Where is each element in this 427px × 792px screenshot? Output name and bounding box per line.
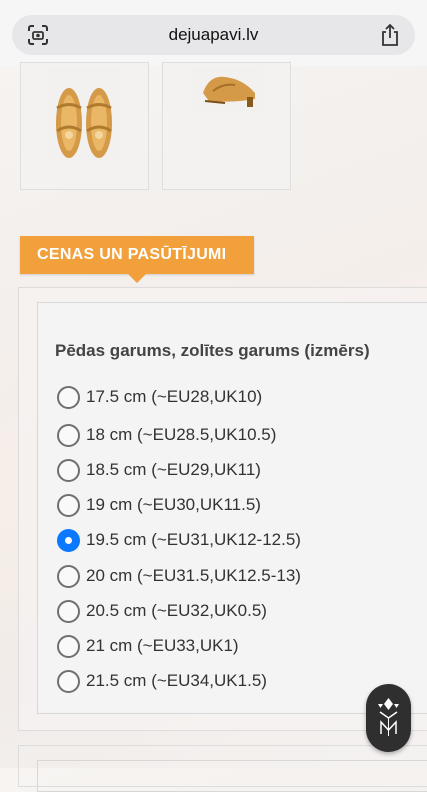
size-option-label: 21 cm (~EU33,UK1) [86, 636, 239, 655]
product-thumbnail-1[interactable] [20, 62, 149, 190]
section-header-tab: CENAS UN PASŪTĪJUMI [20, 236, 254, 274]
size-option-label: 20.5 cm (~EU32,UK0.5) [86, 601, 267, 620]
share-icon[interactable] [379, 23, 401, 47]
tab-pointer [128, 274, 146, 283]
radio-button[interactable] [57, 458, 80, 482]
size-option-label: 19 cm (~EU30,UK11.5) [86, 495, 261, 514]
radio-button-checked[interactable] [57, 528, 80, 552]
url-text[interactable]: dejuapavi.lv [12, 25, 415, 45]
brand-logo-icon [378, 698, 399, 736]
radio-button[interactable] [57, 599, 80, 623]
radio-button[interactable] [57, 423, 80, 447]
radio-button[interactable] [57, 385, 80, 409]
radio-button[interactable] [57, 634, 80, 658]
size-option-label: 19.5 cm (~EU31,UK12-12.5) [86, 530, 301, 549]
browser-toolbar: dejuapavi.lv [0, 0, 427, 66]
size-option-label: 21.5 cm (~EU34,UK1.5) [86, 671, 267, 690]
address-bar[interactable]: dejuapavi.lv [12, 15, 415, 55]
size-option[interactable]: 20 cm (~EU31.5,UK12.5-13) [57, 561, 301, 591]
size-option[interactable]: 18 cm (~EU28.5,UK10.5) [57, 420, 276, 450]
radio-button[interactable] [57, 564, 80, 588]
dance-shoe-side-image [191, 67, 263, 111]
next-panel-inner [37, 760, 427, 792]
size-option[interactable]: 18.5 cm (~EU29,UK11) [57, 455, 261, 485]
size-option-label: 17.5 cm (~EU28,UK10) [86, 387, 263, 406]
size-option[interactable]: 17.5 cm (~EU28,UK10) [57, 382, 262, 412]
size-title: Pēdas garums, zolītes garums (izmērs) [55, 341, 370, 360]
size-option[interactable]: 21 cm (~EU33,UK1) [57, 631, 239, 661]
size-option[interactable]: 20.5 cm (~EU32,UK0.5) [57, 596, 267, 626]
radio-button[interactable] [57, 493, 80, 517]
size-option-selected[interactable]: 19.5 cm (~EU31,UK12-12.5) [57, 525, 301, 555]
size-option-label: 18.5 cm (~EU29,UK11) [86, 460, 261, 479]
size-option-label: 18 cm (~EU28.5,UK10.5) [86, 425, 277, 444]
size-option[interactable]: 19 cm (~EU30,UK11.5) [57, 490, 261, 520]
floating-logo-button[interactable] [366, 684, 411, 752]
size-option[interactable]: 21.5 cm (~EU34,UK1.5) [57, 666, 267, 696]
dance-shoe-front-image [48, 67, 120, 161]
radio-button[interactable] [57, 669, 80, 693]
product-thumbnail-2[interactable] [162, 62, 291, 190]
size-option-label: 20 cm (~EU31.5,UK12.5-13) [86, 566, 301, 585]
